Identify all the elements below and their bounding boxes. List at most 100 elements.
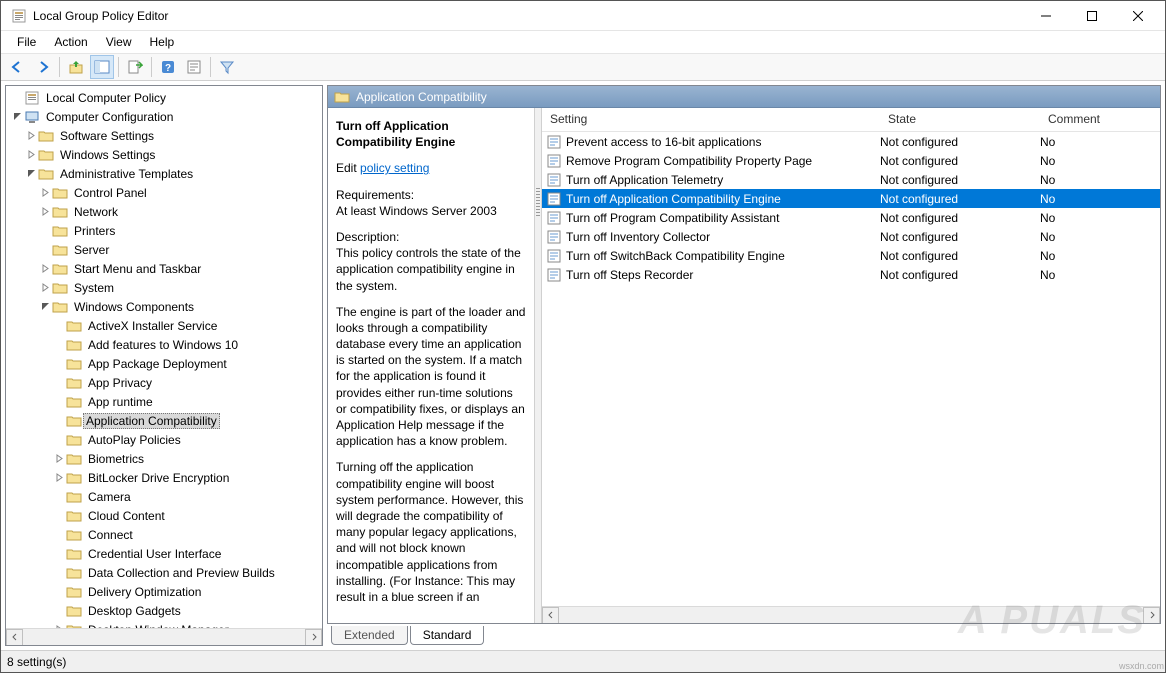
tree-item-app-package-deployment[interactable]: App Package Deployment [10,354,322,373]
expander-icon[interactable] [38,262,52,276]
setting-row[interactable]: Turn off SwitchBack Compatibility Engine… [542,246,1160,265]
expander-icon[interactable] [24,167,38,181]
tree-item-label: Server [72,242,111,258]
tree-item-app-privacy[interactable]: App Privacy [10,373,322,392]
vertical-splitter[interactable] [534,108,542,623]
menu-file[interactable]: File [9,33,44,51]
setting-row[interactable]: Turn off Program Compatibility Assistant… [542,208,1160,227]
up-button[interactable] [64,55,88,79]
tree-item-connect[interactable]: Connect [10,525,322,544]
settings-list[interactable]: Prevent access to 16-bit applicationsNot… [542,132,1160,606]
export-button[interactable] [123,55,147,79]
tree-item-network[interactable]: Network [10,202,322,221]
expander-icon[interactable] [24,148,38,162]
description-p2: The engine is part of the loader and loo… [336,304,526,450]
menu-action[interactable]: Action [46,33,95,51]
right-header: Application Compatibility [328,86,1160,108]
folder-icon [52,280,68,296]
tree-item-credential-user-interface[interactable]: Credential User Interface [10,544,322,563]
expander-icon[interactable] [38,300,52,314]
expander-icon[interactable] [10,110,24,124]
requirements-value: At least Windows Server 2003 [336,203,526,219]
tree-item-control-panel[interactable]: Control Panel [10,183,322,202]
setting-row[interactable]: Turn off Application Compatibility Engin… [542,189,1160,208]
setting-state: Not configured [880,211,1040,225]
expander-icon[interactable] [52,471,66,485]
tree-item-delivery-optimization[interactable]: Delivery Optimization [10,582,322,601]
maximize-button[interactable] [1069,1,1115,31]
column-state[interactable]: State [880,108,1040,131]
tab-standard[interactable]: Standard [410,626,485,645]
tree-item-windows-components[interactable]: Windows Components [10,297,322,316]
tree-item-add-features-to-windows-10[interactable]: Add features to Windows 10 [10,335,322,354]
content-area: Local Computer PolicyComputer Configurat… [1,81,1165,650]
expander-icon[interactable] [38,205,52,219]
tree-item-camera[interactable]: Camera [10,487,322,506]
tree-item-data-collection-and-preview-builds[interactable]: Data Collection and Preview Builds [10,563,322,582]
tree-item-bitlocker-drive-encryption[interactable]: BitLocker Drive Encryption [10,468,322,487]
tree-item-printers[interactable]: Printers [10,221,322,240]
setting-row[interactable]: Turn off Application TelemetryNot config… [542,170,1160,189]
tree-item-start-menu-and-taskbar[interactable]: Start Menu and Taskbar [10,259,322,278]
titlebar: Local Group Policy Editor [1,1,1165,31]
setting-name: Turn off Inventory Collector [566,230,880,244]
tree-item-cloud-content[interactable]: Cloud Content [10,506,322,525]
help-button[interactable]: ? [156,55,180,79]
setting-comment: No [1040,211,1160,225]
column-setting[interactable]: Setting [542,108,880,131]
expander-icon[interactable] [24,129,38,143]
setting-name: Turn off Application Telemetry [566,173,880,187]
folder-icon [66,508,82,524]
tree-computer-config[interactable]: Computer Configuration [10,107,322,126]
tree-item-desktop-gadgets[interactable]: Desktop Gadgets [10,601,322,620]
show-tree-button[interactable] [90,55,114,79]
tree-item-activex-installer-service[interactable]: ActiveX Installer Service [10,316,322,335]
tree-item-server[interactable]: Server [10,240,322,259]
setting-name: Turn off Steps Recorder [566,268,880,282]
forward-button[interactable] [31,55,55,79]
setting-row[interactable]: Turn off Inventory CollectorNot configur… [542,227,1160,246]
column-comment[interactable]: Comment [1040,108,1160,131]
tree-item-biometrics[interactable]: Biometrics [10,449,322,468]
tab-extended[interactable]: Extended [331,626,408,645]
tree-admin-templates[interactable]: Administrative Templates [10,164,322,183]
tree-root[interactable]: Local Computer Policy [10,88,322,107]
expander-icon[interactable] [38,186,52,200]
tree-windows-settings[interactable]: Windows Settings [10,145,322,164]
folder-icon [66,603,82,619]
filter-button[interactable] [215,55,239,79]
minimize-button[interactable] [1023,1,1069,31]
svg-text:?: ? [165,63,171,74]
setting-row[interactable]: Prevent access to 16-bit applicationsNot… [542,132,1160,151]
scroll-left-icon[interactable] [6,629,23,646]
toolbar-separator [118,57,119,77]
scroll-right-icon[interactable] [1143,607,1160,624]
setting-comment: No [1040,268,1160,282]
description-pane: Turn off Application Compatibility Engin… [328,108,534,623]
folder-icon [66,489,82,505]
expander-icon[interactable] [52,452,66,466]
tree-item-app-runtime[interactable]: App runtime [10,392,322,411]
scroll-track[interactable] [23,629,305,646]
scroll-left-icon[interactable] [542,607,559,624]
tree-hscroll[interactable] [6,628,322,645]
list-hscroll[interactable] [542,606,1160,623]
back-button[interactable] [5,55,29,79]
expander-icon[interactable] [38,281,52,295]
scroll-right-icon[interactable] [305,629,322,646]
properties-button[interactable] [182,55,206,79]
tree-item-autoplay-policies[interactable]: AutoPlay Policies [10,430,322,449]
scroll-track[interactable] [559,607,1143,624]
setting-row[interactable]: Turn off Steps RecorderNot configuredNo [542,265,1160,284]
menu-view[interactable]: View [98,33,140,51]
edit-policy-link[interactable]: policy setting [360,161,429,175]
tree-software-settings[interactable]: Software Settings [10,126,322,145]
menu-help[interactable]: Help [142,33,183,51]
tree-pane[interactable]: Local Computer PolicyComputer Configurat… [5,85,323,646]
tree-item-label: Software Settings [58,128,156,144]
close-button[interactable] [1115,1,1161,31]
setting-row[interactable]: Remove Program Compatibility Property Pa… [542,151,1160,170]
tree-item-system[interactable]: System [10,278,322,297]
tree-item-application-compatibility[interactable]: Application Compatibility [10,411,322,430]
folder-icon [38,128,54,144]
